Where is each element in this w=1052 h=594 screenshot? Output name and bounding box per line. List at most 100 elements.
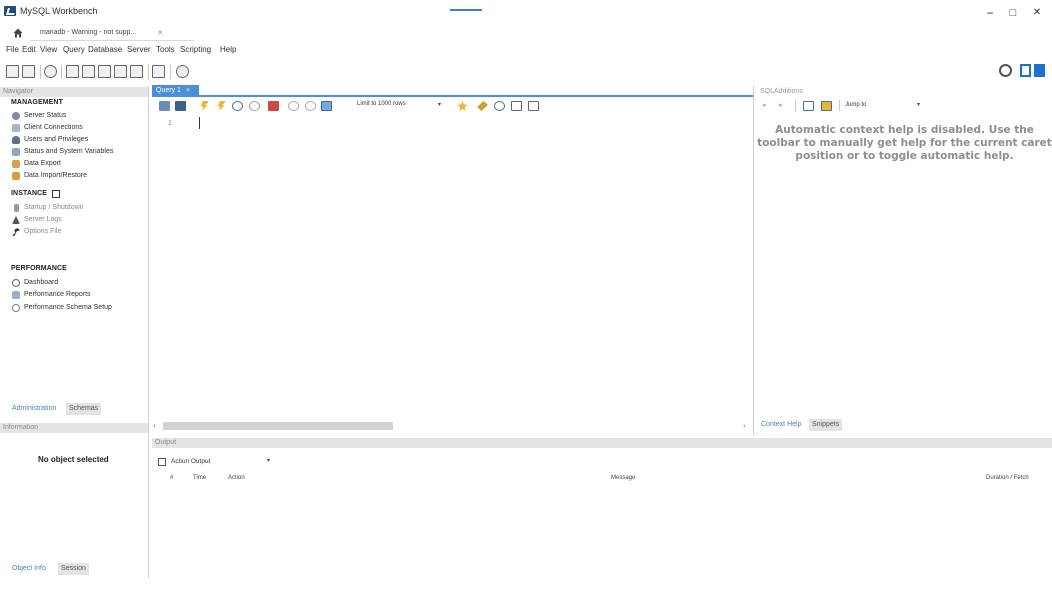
toggle-output-icon[interactable] <box>1034 64 1045 77</box>
nav-server-logs[interactable]: Server Logs <box>24 216 62 223</box>
close-button[interactable]: ✕ <box>1027 6 1047 20</box>
server-status-icon <box>12 112 20 120</box>
limit-rows-select[interactable]: Limit to 1000 rows <box>357 101 406 107</box>
nav-data-export[interactable]: Data Export <box>24 160 61 167</box>
navigator-divider[interactable] <box>148 86 149 578</box>
title-accent-line <box>450 9 482 11</box>
nav-users-and-privileges[interactable]: Users and Privileges <box>24 136 88 143</box>
nav-server-status[interactable]: Server Status <box>24 112 66 119</box>
nav-performance-reports[interactable]: Performance Reports <box>24 291 91 298</box>
nav-data-import-restore[interactable]: Data Import/Restore <box>24 172 87 179</box>
tab-session[interactable]: Session <box>58 563 89 575</box>
wrench-icon <box>12 228 20 236</box>
output-type-dropdown-arrow-icon[interactable]: ▾ <box>267 457 270 464</box>
tab-schemas[interactable]: Schemas <box>66 403 102 415</box>
explain-icon[interactable] <box>232 101 243 111</box>
add-snippet-icon[interactable] <box>457 101 468 111</box>
menu-help[interactable]: Help <box>220 45 236 54</box>
find-icon[interactable] <box>494 101 505 111</box>
performance-schema-icon <box>12 304 20 312</box>
sql-additions-header: SQLAdditions <box>757 87 1052 97</box>
jump-to-select[interactable]: Jump to <box>845 102 866 108</box>
query-tab-underline <box>152 95 753 97</box>
execute-current-icon[interactable] <box>217 101 226 111</box>
inspector-icon[interactable] <box>44 65 57 78</box>
create-view-icon[interactable] <box>98 65 111 78</box>
main-toolbar <box>0 57 1052 85</box>
output-col-number[interactable]: # <box>170 475 173 481</box>
toolbar-separator <box>170 65 171 79</box>
nav-options-file[interactable]: Options File <box>24 228 61 235</box>
output-col-action[interactable]: Action <box>228 475 245 481</box>
menu-file[interactable]: File <box>6 45 19 54</box>
editor-horizontal-scrollbar[interactable] <box>163 422 393 430</box>
tab-snippets[interactable]: Snippets <box>809 419 843 431</box>
menu-scripting[interactable]: Scripting <box>180 45 211 54</box>
tab-context-help[interactable]: Context Help <box>758 419 804 431</box>
beautify-icon[interactable] <box>477 101 488 111</box>
menu-tools[interactable]: Tools <box>156 45 175 54</box>
toolbar-separator <box>795 100 796 111</box>
output-col-time[interactable]: Time <box>193 475 206 481</box>
sql-additions-divider[interactable] <box>753 86 754 435</box>
menu-query[interactable]: Query <box>63 45 85 54</box>
menu-database[interactable]: Database <box>88 45 122 54</box>
tab-administration[interactable]: Administration <box>9 403 59 415</box>
toolbar-separator <box>839 100 840 111</box>
new-sql-tab-icon[interactable] <box>6 65 19 78</box>
autocommit-icon[interactable] <box>321 101 332 111</box>
tab-object-info[interactable]: Object Info <box>9 563 49 575</box>
nav-back-icon[interactable]: ◂ <box>762 101 766 109</box>
invisible-chars-icon[interactable] <box>511 101 522 111</box>
toggle-sidebar-icon[interactable] <box>1020 64 1031 77</box>
nav-startup-shutdown[interactable]: Startup / Shutdown <box>24 204 84 211</box>
manual-help-icon[interactable] <box>803 101 814 111</box>
create-schema-icon[interactable] <box>66 65 79 78</box>
commit-icon[interactable] <box>288 101 299 111</box>
auto-help-icon[interactable] <box>821 101 832 111</box>
menu-view[interactable]: View <box>40 45 57 54</box>
create-procedure-icon[interactable] <box>114 65 127 78</box>
scroll-left-icon[interactable]: ‹ <box>153 421 156 430</box>
jump-to-dropdown-arrow-icon[interactable]: ▾ <box>917 101 920 108</box>
nav-dashboard[interactable]: Dashboard <box>24 279 58 286</box>
information-header: Information <box>0 423 148 433</box>
nav-forward-icon[interactable]: ▸ <box>779 101 783 109</box>
open-sql-script-icon[interactable] <box>22 65 35 78</box>
output-col-message[interactable]: Message <box>611 475 635 481</box>
nav-client-connections[interactable]: Client Connections <box>24 124 83 131</box>
settings-gear-icon[interactable] <box>999 64 1012 77</box>
create-function-icon[interactable] <box>130 65 143 78</box>
stop-icon[interactable] <box>249 101 260 111</box>
minimize-button[interactable]: − <box>980 6 1000 20</box>
search-table-data-icon[interactable] <box>152 65 165 78</box>
scroll-right-icon[interactable]: › <box>743 421 746 430</box>
copy-output-icon[interactable] <box>158 458 166 466</box>
maximize-button[interactable]: □ <box>1003 6 1023 20</box>
output-type-select[interactable]: Action Output <box>171 458 210 465</box>
nav-performance-schema-setup[interactable]: Performance Schema Setup <box>24 304 112 311</box>
limit-dropdown-arrow-icon[interactable]: ▾ <box>438 101 441 108</box>
home-icon[interactable] <box>13 28 23 38</box>
output-col-duration-fetch[interactable]: Duration / Fetch <box>986 475 1029 481</box>
wrap-lines-icon[interactable] <box>528 101 539 111</box>
menu-edit[interactable]: Edit <box>22 45 36 54</box>
menu-bar: File Edit View Query Database Server Too… <box>0 43 1052 57</box>
reconnect-icon[interactable] <box>176 65 189 78</box>
window-title: MySQL Workbench <box>20 6 98 16</box>
open-file-icon[interactable] <box>159 101 170 111</box>
query-tab-close-icon[interactable]: × <box>186 87 190 94</box>
save-icon[interactable] <box>175 101 186 111</box>
toolbar-separator <box>40 65 41 79</box>
connection-tab[interactable]: mariadb - Warning - not supp... × <box>30 27 194 41</box>
create-table-icon[interactable] <box>82 65 95 78</box>
data-import-icon <box>12 172 20 180</box>
rollback-icon[interactable] <box>305 101 316 111</box>
menu-server[interactable]: Server <box>127 45 151 54</box>
connection-tab-close-icon[interactable]: × <box>158 28 163 37</box>
nav-status-and-system-variables[interactable]: Status and System Variables <box>24 148 113 155</box>
instance-connect-icon <box>52 190 60 198</box>
toggle-error-icon[interactable] <box>268 101 279 111</box>
data-export-icon <box>12 160 20 168</box>
execute-icon[interactable] <box>200 101 209 111</box>
